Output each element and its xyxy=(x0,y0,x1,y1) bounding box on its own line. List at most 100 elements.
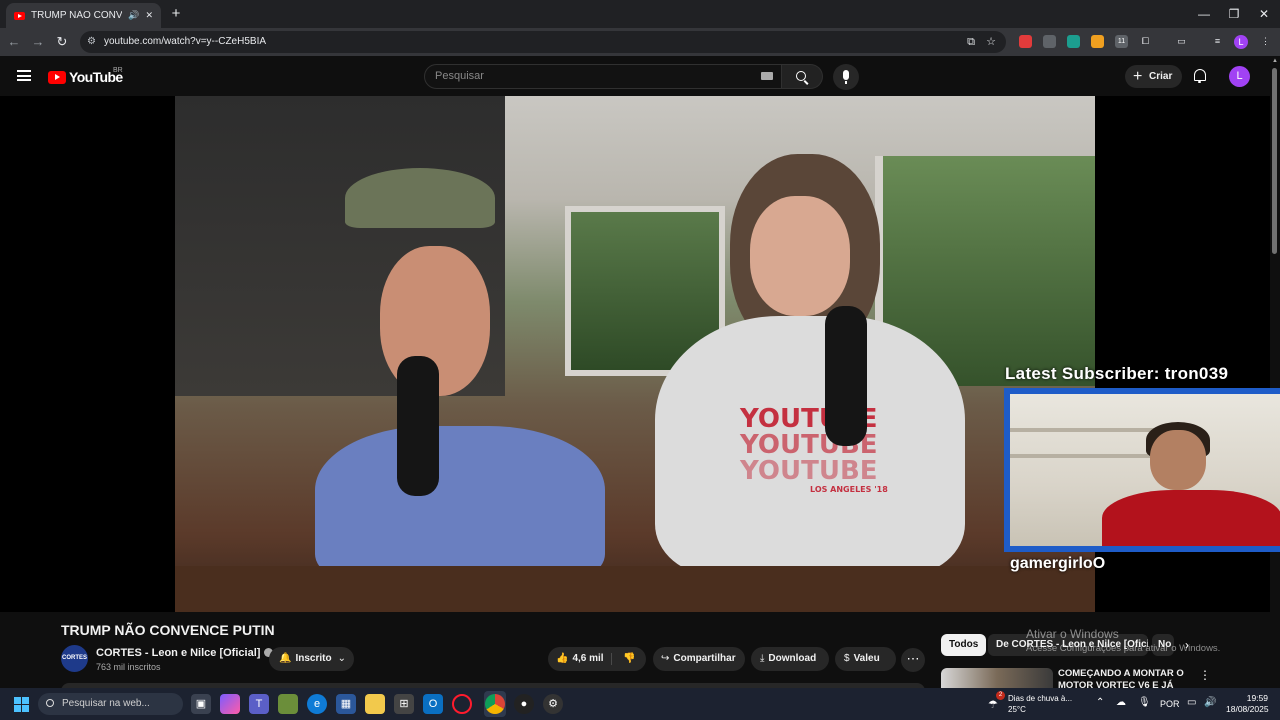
create-button[interactable]: + Criar xyxy=(1125,65,1182,88)
search-button[interactable] xyxy=(782,64,823,89)
edge-icon[interactable]: e xyxy=(307,694,327,714)
copilot-icon[interactable] xyxy=(220,694,240,714)
tab-search-icon[interactable]: ▭ xyxy=(1175,35,1188,48)
browser-menu-icon[interactable]: ⋮ xyxy=(1259,35,1272,48)
thanks-button[interactable]: $ Valeu xyxy=(835,647,896,671)
microphone-icon xyxy=(843,70,849,84)
file-explorer-icon[interactable] xyxy=(365,694,385,714)
chrome-icon[interactable] xyxy=(485,694,505,714)
latest-subscriber-label: Latest Subscriber: tron039 xyxy=(1005,364,1229,383)
search-input[interactable]: Pesquisar xyxy=(424,64,782,89)
extension-badge-icon[interactable]: 11 xyxy=(1115,35,1128,48)
like-divider xyxy=(611,653,612,665)
account-avatar[interactable]: L xyxy=(1229,66,1250,87)
volume-icon[interactable]: 🔊 xyxy=(1204,697,1216,708)
youtube-logo[interactable]: YouTube xyxy=(48,69,123,85)
recommendation-thumbnail[interactable] xyxy=(941,668,1053,688)
extension-teal-icon[interactable] xyxy=(1067,35,1080,48)
download-button[interactable]: ⤓ Download xyxy=(751,647,829,671)
video-title: TRUMP NÃO CONVENCE PUTIN xyxy=(61,622,275,638)
windows-start-icon[interactable] xyxy=(14,697,29,712)
recommendation-title[interactable]: COMEÇANDO A MONTAR O MOTOR VORTEC V6 E J… xyxy=(1058,668,1193,688)
dollar-heart-icon: $ xyxy=(844,653,850,664)
extension-gray-icon[interactable] xyxy=(1043,35,1056,48)
shirt-line: YOUTUBE xyxy=(740,430,878,460)
extension-orange-icon[interactable] xyxy=(1091,35,1104,48)
outlook-icon[interactable]: O xyxy=(423,694,443,714)
language-indicator[interactable]: POR xyxy=(1160,699,1180,709)
browser-profile-avatar[interactable]: L xyxy=(1234,35,1248,49)
calculator-icon[interactable]: ▦ xyxy=(336,694,356,714)
microphone-left-icon xyxy=(397,356,439,496)
tray-chevron-up-icon[interactable]: ⌃ xyxy=(1096,697,1104,708)
url-text: youtube.com/watch?v=y--CZeH5BIA xyxy=(104,36,267,47)
page-scrollbar[interactable]: ▲ xyxy=(1270,56,1280,686)
teams-icon[interactable]: T xyxy=(249,694,269,714)
address-bar[interactable]: ⚙ youtube.com/watch?v=y--CZeH5BIA ⧉ ☆ xyxy=(80,31,1006,53)
bookmark-star-icon[interactable]: ☆ xyxy=(984,35,998,49)
steam-icon[interactable]: ⚙ xyxy=(543,694,563,714)
window-close-button[interactable]: ✕ xyxy=(1244,4,1280,24)
thumbs-down-icon[interactable]: 👎 xyxy=(623,647,635,671)
host-left-cap xyxy=(345,168,495,228)
region-code: BR xyxy=(113,67,123,74)
obs-icon[interactable]: ● xyxy=(514,694,534,714)
rain-icon[interactable]: ☂ xyxy=(988,698,998,711)
opera-icon[interactable] xyxy=(452,694,472,714)
install-app-icon[interactable]: ⧉ xyxy=(964,35,978,49)
network-icon[interactable]: ▭ xyxy=(1187,697,1196,708)
bell-icon: 🔔 xyxy=(279,653,292,664)
extension-red-icon[interactable] xyxy=(1019,35,1032,48)
taskbar-search-text: Pesquisar na web... xyxy=(62,698,150,709)
video-frame[interactable]: YOUTUBE YOUTUBE YOUTUBE LOS ANGELES '18 xyxy=(175,96,1095,612)
thumbs-up-icon: 👍 xyxy=(556,653,569,664)
speaker-icon[interactable]: 🔊 xyxy=(128,10,139,21)
tab-close-icon[interactable]: ✕ xyxy=(145,10,153,21)
scrollbar-thumb[interactable] xyxy=(1272,68,1277,254)
channel-avatar[interactable]: CORTES xyxy=(61,645,88,672)
recommendation-menu-icon[interactable]: ⋮ xyxy=(1199,668,1211,682)
subscriber-count: 763 mil inscritos xyxy=(96,662,161,672)
extensions-puzzle-icon[interactable]: ⧠ xyxy=(1139,35,1152,48)
windows-activation-title: Ativar o Windows xyxy=(1026,627,1119,641)
browser-tab-bar: TRUMP NÃO CONVENCE P… 🔊 ✕ + — ❐ ✕ xyxy=(0,0,1280,28)
channel-name-text[interactable]: CORTES - Leon e Nilce [Oficial] xyxy=(96,647,260,659)
scroll-up-icon[interactable]: ▲ xyxy=(1272,58,1278,64)
video-table xyxy=(175,566,1095,612)
menu-hamburger-icon[interactable] xyxy=(17,70,31,81)
share-label: Compartilhar xyxy=(673,653,736,664)
streamer-body xyxy=(1102,490,1280,546)
onedrive-cloud-icon[interactable]: ☁ xyxy=(1116,697,1126,708)
task-view-icon[interactable]: ▣ xyxy=(191,694,211,714)
reading-list-icon[interactable]: ≡ xyxy=(1211,35,1224,48)
weather-widget[interactable]: Dias de chuva à... 25°C xyxy=(1008,693,1072,715)
streamer-head xyxy=(1150,430,1206,490)
thanks-label: Valeu xyxy=(853,653,880,664)
back-arrow-icon[interactable]: ← xyxy=(4,32,24,52)
subscribed-button[interactable]: 🔔 Inscrito ⌄ xyxy=(269,647,354,671)
minecraft-icon[interactable] xyxy=(278,694,298,714)
reload-icon[interactable]: ↻ xyxy=(52,32,72,52)
notifications-bell-icon[interactable] xyxy=(1194,69,1206,83)
share-button[interactable]: ↪ Compartilhar xyxy=(653,647,745,671)
taskbar-clock[interactable]: 19:59 18/08/2025 xyxy=(1226,693,1269,715)
browser-tab-youtube[interactable]: TRUMP NÃO CONVENCE P… 🔊 ✕ xyxy=(6,3,161,28)
new-tab-button[interactable]: + xyxy=(167,5,185,23)
windows-taskbar: Pesquisar na web... ▣ T e ▦ ⊞ O ● ⚙ 2 ☂ … xyxy=(0,688,1280,720)
site-settings-icon[interactable]: ⚙ xyxy=(87,31,96,53)
like-button[interactable]: 👍 4,6 mil xyxy=(556,653,604,664)
forward-arrow-icon[interactable]: → xyxy=(28,32,48,52)
plus-icon: + xyxy=(1133,68,1143,85)
tab-title: TRUMP NÃO CONVENCE P… xyxy=(31,10,123,21)
microphone-tray-icon[interactable]: 🎙 xyxy=(1138,697,1151,708)
microsoft-store-icon[interactable]: ⊞ xyxy=(394,694,414,714)
search-icon xyxy=(796,71,806,81)
voice-search-button[interactable] xyxy=(833,64,859,90)
download-label: Download xyxy=(768,653,817,664)
video-player[interactable]: YOUTUBE YOUTUBE YOUTUBE LOS ANGELES '18 … xyxy=(0,96,1280,612)
chip-all[interactable]: Todos xyxy=(941,634,987,656)
keyboard-icon[interactable] xyxy=(761,72,773,80)
channel-name[interactable]: CORTES - Leon e Nilce [Oficial] xyxy=(96,647,274,659)
taskbar-search[interactable]: Pesquisar na web... xyxy=(38,693,183,715)
more-actions-icon[interactable]: ⋯ xyxy=(901,648,925,672)
